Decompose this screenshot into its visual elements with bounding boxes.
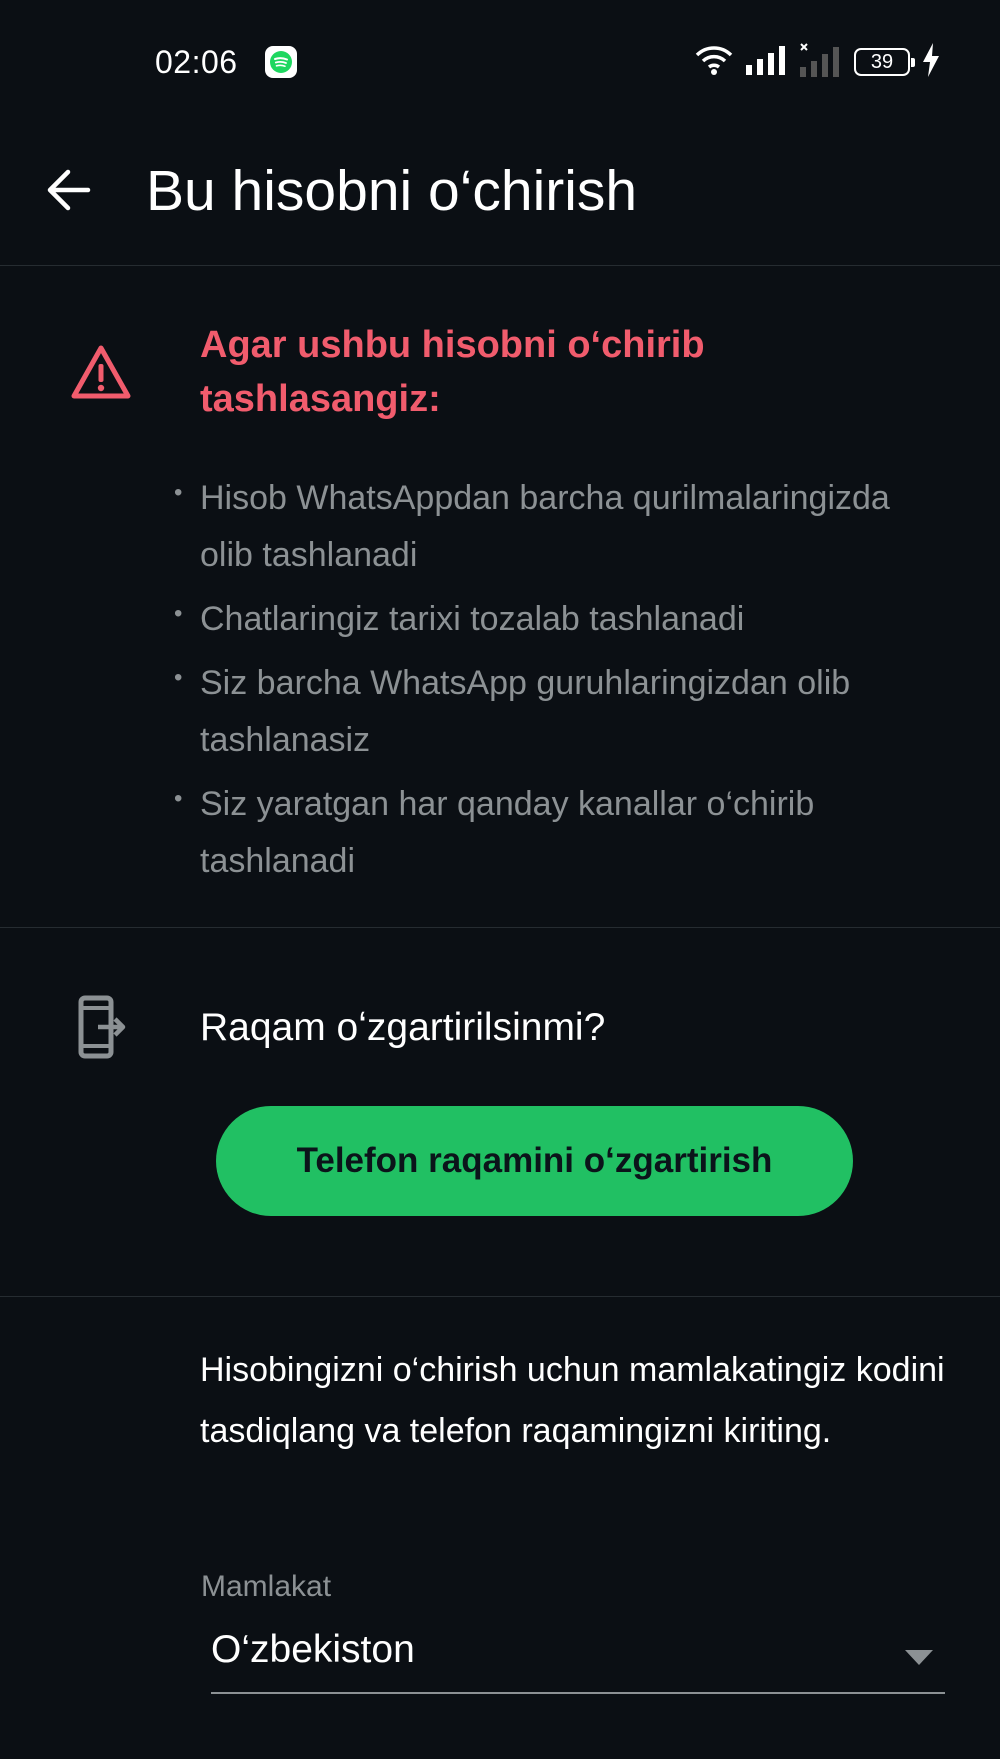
- page-title: Bu hisobni o‘chirish: [146, 159, 638, 223]
- warning-triangle-icon: [70, 344, 132, 405]
- list-item: Hisob WhatsAppdan barcha qurilmalaringiz…: [174, 464, 940, 584]
- consequence-list: Hisob WhatsAppdan barcha qurilmalaringiz…: [174, 464, 940, 897]
- back-button[interactable]: [38, 160, 98, 220]
- signal-no-service-icon: [800, 42, 842, 82]
- warning-title: Agar ushbu hisobni o‘chirib tashlasangiz…: [200, 324, 705, 420]
- section-divider: [0, 927, 1000, 928]
- arrow-left-icon: [47, 169, 91, 211]
- section-divider: [0, 1296, 1000, 1297]
- delete-instruction: Hisobingizni o‘chirish uchun mamlakating…: [200, 1351, 945, 1450]
- battery-level: 39: [870, 50, 894, 73]
- status-icons: 39: [694, 42, 940, 82]
- battery-icon: 39: [854, 48, 915, 76]
- change-number-button[interactable]: Telefon raqamini oʻzgartirish: [216, 1106, 853, 1216]
- country-label: Mamlakat: [201, 1570, 332, 1603]
- charging-icon: [922, 42, 940, 82]
- country-value: O‘zbekiston: [211, 1628, 415, 1671]
- country-select[interactable]: O‘zbekiston: [211, 1620, 945, 1694]
- signal-icon: [746, 45, 788, 80]
- change-number-question: Raqam oʻzgartirilsinmi?: [200, 1006, 606, 1049]
- status-time: 02:06: [155, 44, 238, 80]
- spotify-icon: [265, 46, 297, 78]
- phone-exit-icon: [78, 995, 126, 1064]
- list-item: Siz barcha WhatsApp guruhlaringizdan oli…: [174, 649, 940, 769]
- list-item: Siz yaratgan har qanday kanallar o‘chiri…: [174, 770, 940, 890]
- dropdown-arrow-icon: [905, 1650, 933, 1665]
- list-item: Chatlaringiz tarixi tozalab tashlanadi: [174, 585, 940, 648]
- wifi-icon: [694, 44, 734, 81]
- header-divider: [0, 265, 1000, 266]
